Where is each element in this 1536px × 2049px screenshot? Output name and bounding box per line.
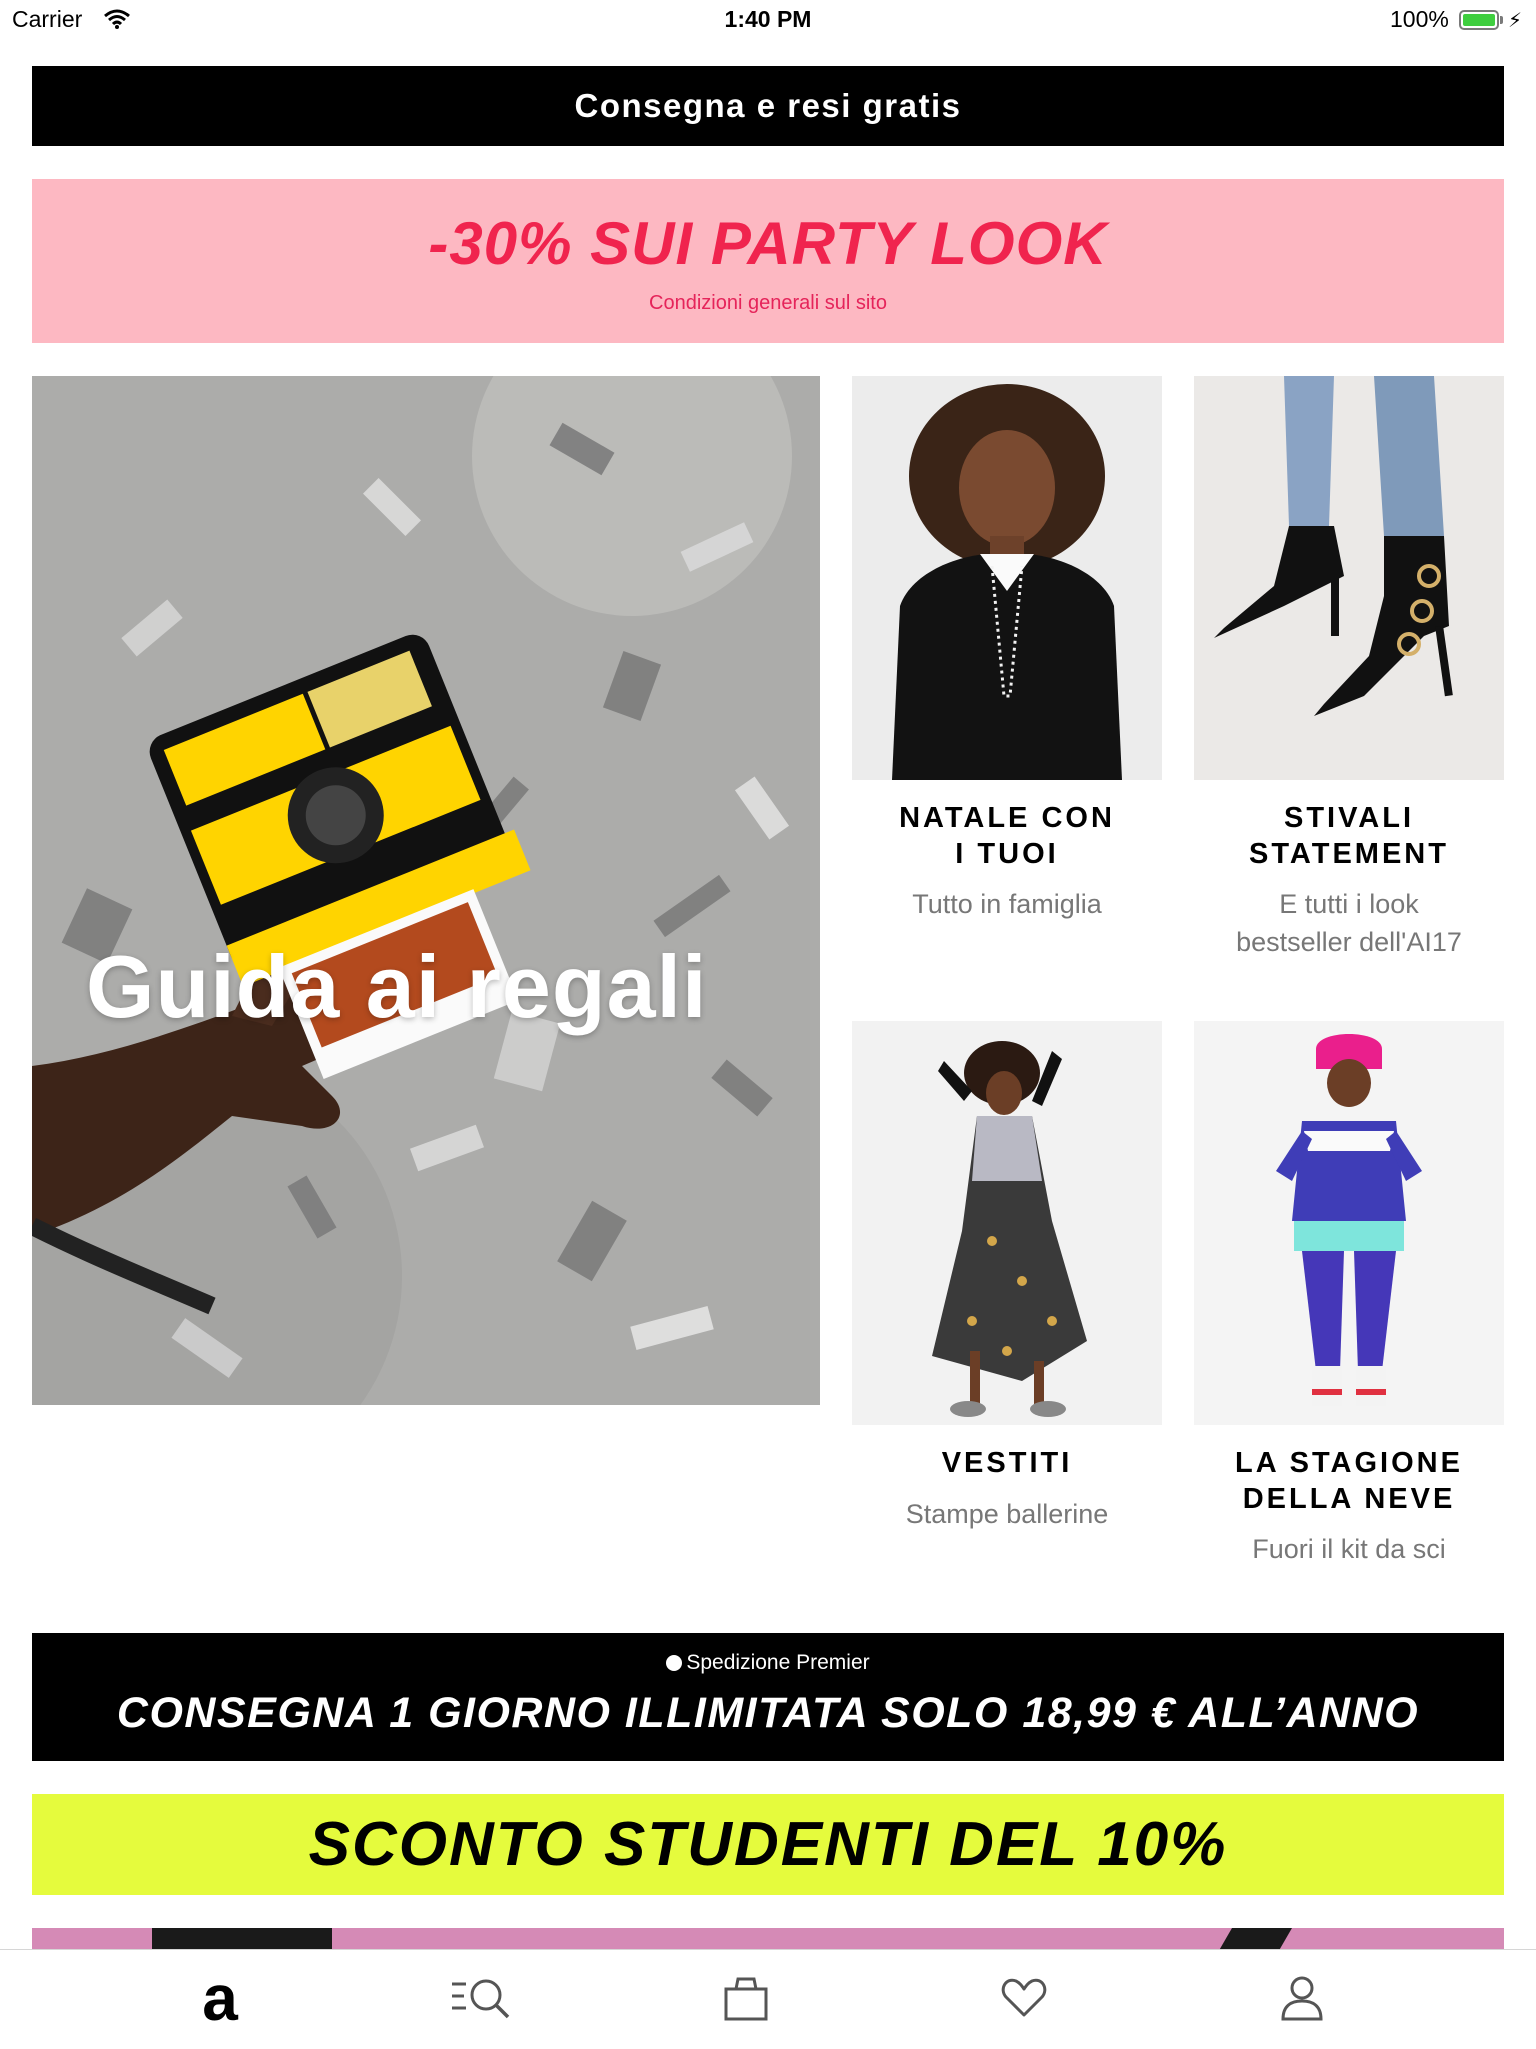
tab-search[interactable] bbox=[442, 1968, 522, 2028]
tile-stivali-title-line: STATEMENT bbox=[1249, 838, 1449, 870]
tile-stivali-subtitle-line: bestseller dell'AI17 bbox=[1236, 927, 1462, 957]
tile-vestiti-title-line: VESTITI bbox=[941, 1447, 1073, 1479]
tile-natale-title-line: NATALE CON bbox=[899, 802, 1115, 834]
tab-bag[interactable] bbox=[706, 1968, 786, 2028]
tile-vestiti-subtitle: Stampe ballerine bbox=[852, 1495, 1162, 1533]
tile-stivali-subtitle-line: E tutti i look bbox=[1279, 889, 1419, 919]
tile-vestiti-subtitle-line: Stampe ballerine bbox=[905, 1499, 1109, 1529]
battery-icon bbox=[1459, 10, 1499, 30]
tile-neve-subtitle: Fuori il kit da sci bbox=[1194, 1530, 1504, 1568]
clock: 1:40 PM bbox=[724, 6, 812, 32]
battery-cap bbox=[1500, 16, 1503, 24]
bag-icon bbox=[724, 1977, 768, 2021]
tile-natale-title[interactable]: NATALE CON I TUOI bbox=[852, 800, 1162, 872]
account-icon bbox=[1281, 1976, 1323, 2021]
tile-natale-subtitle-line: Tutto in famiglia bbox=[912, 889, 1102, 919]
tile-stivali-image[interactable] bbox=[1194, 376, 1504, 780]
free-delivery-text: Consegna e resi gratis bbox=[574, 87, 962, 124]
premier-headline: CONSEGNA 1 GIORNO ILLIMITATA SOLO 18,99 … bbox=[116, 1689, 1420, 1737]
tile-neve-image[interactable] bbox=[1194, 1021, 1504, 1425]
tab-account[interactable] bbox=[1262, 1968, 1342, 2028]
premier-delivery-banner[interactable]: Spedizione Premier CONSEGNA 1 GIORNO ILL… bbox=[32, 1633, 1504, 1761]
tile-neve-title-line: DELLA NEVE bbox=[1242, 1483, 1456, 1515]
tile-neve-title[interactable]: LA STAGIONE DELLA NEVE bbox=[1194, 1445, 1504, 1517]
gift-guide-title: Guida ai regali bbox=[86, 937, 708, 1036]
premier-label-text: Spedizione Premier bbox=[686, 1651, 870, 1674]
tile-neve-title-line: LA STAGIONE bbox=[1235, 1447, 1463, 1479]
tile-natale-subtitle: Tutto in famiglia bbox=[852, 885, 1162, 923]
promo-subtitle: Condizioni generali sul sito bbox=[649, 292, 887, 314]
student-discount-banner[interactable]: SCONTO STUDENTI DEL 10% bbox=[32, 1794, 1504, 1895]
premier-label: Spedizione Premier bbox=[32, 1651, 1504, 1675]
tab-bar: a bbox=[0, 1949, 1536, 2049]
battery-percentage: 100% bbox=[1390, 6, 1449, 32]
gift-guide-hero[interactable]: Guida ai regali bbox=[32, 376, 820, 1405]
tile-stivali-title-line: STIVALI bbox=[1283, 802, 1415, 834]
tile-stivali-subtitle: E tutti i look bestseller dell'AI17 bbox=[1194, 885, 1504, 961]
gift-guide-image bbox=[32, 376, 820, 1405]
heart-icon bbox=[1001, 1978, 1047, 2017]
promo-title: -30% SUI PARTY LOOK bbox=[428, 210, 1108, 277]
tab-saved[interactable] bbox=[984, 1968, 1064, 2028]
student-discount-text: SCONTO STUDENTI DEL 10% bbox=[308, 1810, 1228, 1879]
search-icon bbox=[452, 1979, 510, 2019]
status-bar: Carrier 1:40 PM 100% ⚡ bbox=[0, 0, 1536, 42]
tile-natale-title-line: I TUOI bbox=[955, 838, 1059, 870]
party-look-promo-banner[interactable]: -30% SUI PARTY LOOK Condizioni generali … bbox=[32, 179, 1504, 343]
free-delivery-banner[interactable]: Consegna e resi gratis bbox=[32, 66, 1504, 146]
next-banner-peek[interactable] bbox=[32, 1928, 1504, 1950]
home-icon: a bbox=[202, 1962, 238, 2034]
tile-stivali-title[interactable]: STIVALI STATEMENT bbox=[1194, 800, 1504, 872]
premier-logo-icon bbox=[666, 1655, 683, 1671]
tab-home[interactable]: a bbox=[180, 1962, 260, 2034]
tile-vestiti-image[interactable] bbox=[852, 1021, 1162, 1425]
charging-icon: ⚡ bbox=[1508, 10, 1523, 32]
tile-vestiti-title[interactable]: VESTITI bbox=[852, 1445, 1162, 1481]
tile-natale-image[interactable] bbox=[852, 376, 1162, 780]
tile-neve-subtitle-line: Fuori il kit da sci bbox=[1252, 1534, 1446, 1564]
